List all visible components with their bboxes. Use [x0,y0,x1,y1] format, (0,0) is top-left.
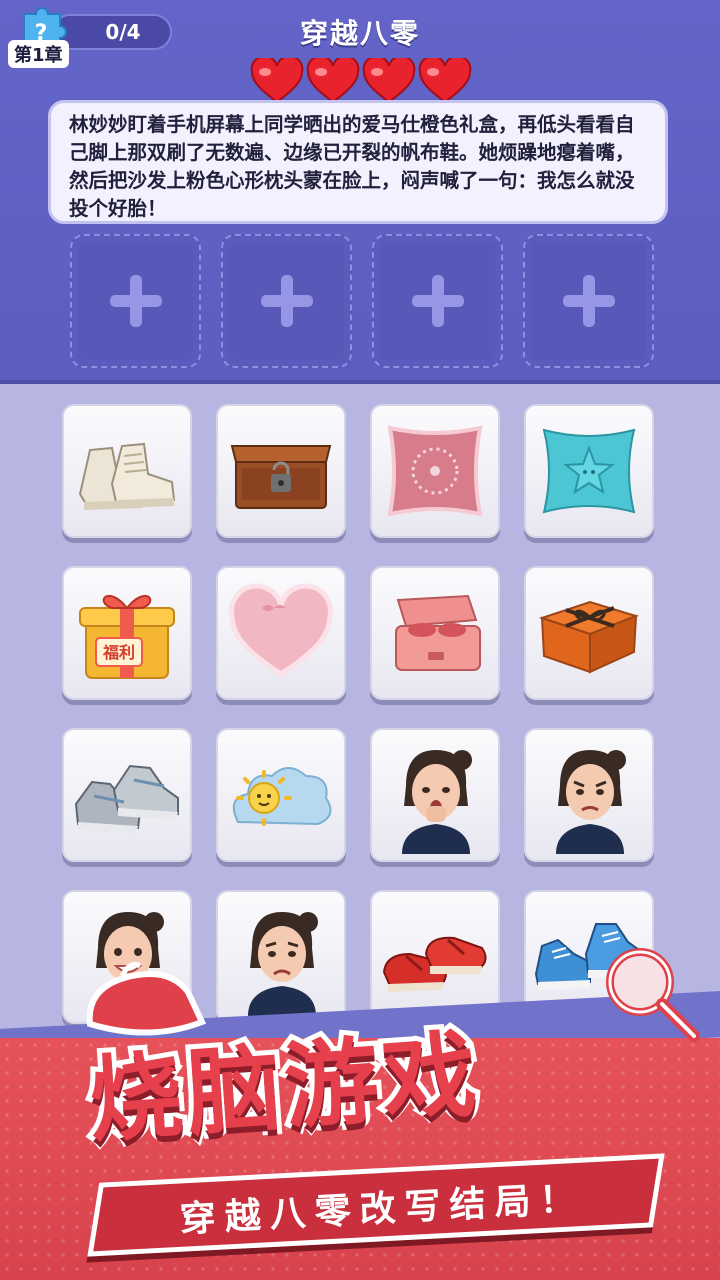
answer-slot[interactable] [372,234,503,368]
pink-heart-pillow-icon [229,583,333,677]
canvas-sneakers-icon [78,442,176,510]
girl-sad-icon [248,912,318,1016]
lives-hearts [250,58,472,104]
item-tile-pink-lunch-box[interactable] [370,566,500,700]
plus-icon [562,275,615,327]
item-tile-girl-yawning[interactable] [370,728,500,862]
item-tile-blue-star-pillow[interactable] [524,404,654,538]
heart-icon [306,58,360,104]
pink-embroidered-pillow-icon [387,425,483,517]
heart-icon [362,58,416,104]
grey-running-shoes-icon [74,764,179,834]
plus-icon [260,275,313,327]
item-tile-orange-gift-box[interactable] [524,566,654,700]
plus-icon [109,275,162,327]
answer-slot[interactable] [221,234,352,368]
item-tile-yellow-gift-box[interactable]: 福利 [62,566,192,700]
magnifier-icon [606,948,700,1042]
heart-icon [418,58,472,104]
item-tile-girl-frowning[interactable] [524,728,654,862]
sun-cloud-pillow-icon [232,767,332,826]
answer-slot[interactable] [70,234,201,368]
yellow-gift-box-icon: 福利 [79,595,175,679]
gift-label: 福利 [102,643,135,662]
girl-yawning-icon [402,750,472,854]
item-tile-sun-cloud-pillow[interactable] [216,728,346,862]
wooden-lock-box-icon [230,445,332,509]
promo-headline: 烧脑游戏 [80,1015,489,1161]
orange-gift-box-icon [538,600,640,674]
top-panel: 0/4 ? 第1章 穿越八零 林妙妙盯着手机屏幕上同学晒出的爱马仕橙色礼盒，再低… [0,0,720,384]
story-text: 林妙妙盯着手机屏幕上同学晒出的爱马仕橙色礼盒，再低头看看自己脚上那双刷了无数遍、… [48,100,668,224]
answer-slot[interactable] [523,234,654,368]
girl-frowning-icon [556,750,626,854]
item-tile-pink-embroidered-pillow[interactable] [370,404,500,538]
item-tile-canvas-sneakers[interactable] [62,404,192,538]
item-grid: 福利 [62,404,658,1024]
item-tile-pink-heart-pillow[interactable] [216,566,346,700]
heart-icon [250,58,304,104]
red-flat-shoes-icon [382,936,487,992]
plus-icon [411,275,464,327]
item-tile-girl-sad[interactable] [216,890,346,1024]
item-tile-wooden-lock-box[interactable] [216,404,346,538]
pink-lunch-box-icon [395,594,481,671]
blue-star-pillow-icon [542,428,636,514]
level-title: 穿越八零 [299,17,420,50]
item-tile-grey-running-shoes[interactable] [62,728,192,862]
answer-slots [70,234,654,368]
